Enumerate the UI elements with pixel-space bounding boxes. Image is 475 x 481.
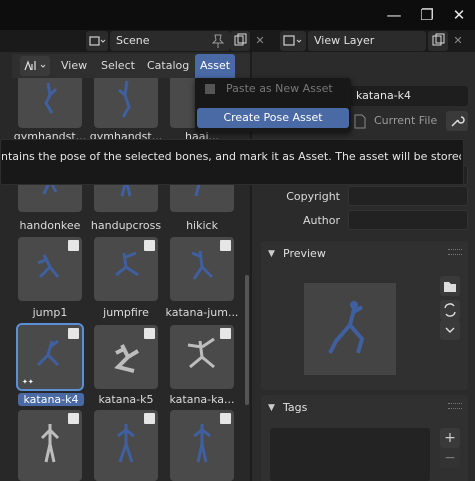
author-field[interactable] — [348, 210, 468, 230]
asset-label: katana-jum... — [165, 306, 239, 319]
tags-header[interactable]: Tags — [283, 395, 307, 421]
asset-label: hikick — [186, 219, 218, 232]
add-tag-button[interactable]: + — [440, 428, 460, 448]
asset-thumbnail[interactable] — [94, 410, 158, 481]
asset-mark-icon — [68, 413, 79, 424]
menu-item-paste-as-new-asset[interactable]: Paste as New Asset — [226, 80, 333, 98]
view-layer-icon-dropdown[interactable] — [280, 31, 306, 51]
asset-thumbnail[interactable] — [94, 78, 158, 128]
drag-handle-icon[interactable] — [448, 403, 462, 409]
asset-thumbnail-jumpfire[interactable] — [94, 237, 158, 301]
collapse-arrow-icon[interactable]: ▼ — [268, 398, 280, 418]
asset-label: katana-ka... — [169, 393, 235, 406]
asset-source-label: Current File — [374, 114, 438, 127]
asset-mark-icon — [68, 328, 79, 339]
asset-label: jump1 — [32, 306, 68, 319]
asset-mark-icon — [144, 328, 155, 339]
drag-handle-icon[interactable] — [448, 249, 462, 255]
close-window-button[interactable]: ✕ — [448, 5, 470, 25]
menu-select[interactable]: Select — [96, 54, 140, 78]
editor-type-dropdown[interactable] — [20, 56, 50, 76]
tags-list[interactable] — [270, 428, 430, 481]
preview-header[interactable]: Preview — [283, 241, 326, 267]
asset-mark-icon — [68, 240, 79, 251]
menu-view[interactable]: View — [56, 54, 92, 78]
asset-mark-icon — [144, 413, 155, 424]
delete-view-layer-icon[interactable]: ✕ — [450, 31, 466, 51]
asset-label: handupcross — [90, 219, 162, 232]
pin-icon[interactable] — [208, 31, 228, 51]
scrollbar[interactable] — [245, 275, 249, 405]
asset-name-field[interactable]: katana-k4 — [350, 86, 468, 106]
asset-thumbnail[interactable] — [170, 410, 234, 481]
asset-thumbnail-katana-k5[interactable] — [94, 325, 158, 389]
maximize-button[interactable]: ❐ — [416, 5, 438, 25]
asset-mark-icon — [220, 240, 231, 251]
new-view-layer-icon[interactable] — [428, 31, 448, 51]
asset-thumbnail[interactable] — [18, 78, 82, 128]
tooltip-text: ntains the pose of the selected bones, a… — [1, 150, 461, 163]
asset-label: jumpfire — [103, 306, 149, 319]
new-scene-icon[interactable] — [230, 31, 250, 51]
asset-browser-icon — [24, 60, 46, 71]
delete-scene-icon[interactable]: ✕ — [252, 31, 268, 51]
asset-label: handonkee — [19, 219, 81, 232]
asset-thumbnail[interactable] — [18, 410, 82, 481]
asset-mark-icon — [144, 240, 155, 251]
menu-item-create-pose-asset[interactable]: Create Pose Asset — [197, 108, 349, 128]
asset-thumbnail-katana-k4[interactable]: ✦✦ — [16, 323, 84, 391]
remove-tag-button[interactable]: − — [440, 448, 460, 468]
asset-label: katana-k5 — [98, 393, 154, 406]
operator-tooltip: ntains the pose of the selected bones, a… — [0, 139, 464, 185]
asset-thumbnail-katana-jump[interactable] — [170, 237, 234, 301]
paste-icon — [203, 82, 219, 96]
author-label: Author — [302, 214, 340, 227]
copyright-label: Copyright — [286, 190, 340, 203]
scene-icon-dropdown[interactable] — [86, 31, 108, 51]
preview-image — [304, 283, 396, 375]
menu-catalog[interactable]: Catalog — [142, 54, 194, 78]
view-layer-icon — [283, 35, 302, 46]
copyright-field[interactable] — [348, 186, 468, 206]
asset-label-selected: katana-k4 — [18, 393, 84, 406]
file-icon — [352, 111, 368, 131]
view-layer-field[interactable]: View Layer — [308, 31, 426, 51]
refresh-icon[interactable] — [440, 300, 460, 320]
asset-thumbnail-katana-ka[interactable] — [170, 325, 234, 389]
asset-mark-icon — [220, 413, 231, 424]
folder-icon[interactable] — [440, 276, 460, 296]
wrench-icon[interactable] — [446, 111, 468, 131]
asset-mark-icon — [220, 328, 231, 339]
chevron-down-icon[interactable] — [440, 320, 460, 340]
menu-item-create-pose-asset-highlight[interactable]: Create Pose Asset — [197, 108, 349, 128]
asset-thumbnail[interactable] — [170, 78, 196, 128]
minimize-button[interactable]: — — [383, 5, 405, 25]
asset-thumbnail-jump1[interactable] — [18, 237, 82, 301]
collapse-arrow-icon[interactable]: ▼ — [268, 244, 280, 264]
pose-icon: ✦✦ — [22, 378, 34, 386]
scene-icon — [89, 36, 106, 46]
menu-asset[interactable]: Asset — [195, 54, 236, 78]
